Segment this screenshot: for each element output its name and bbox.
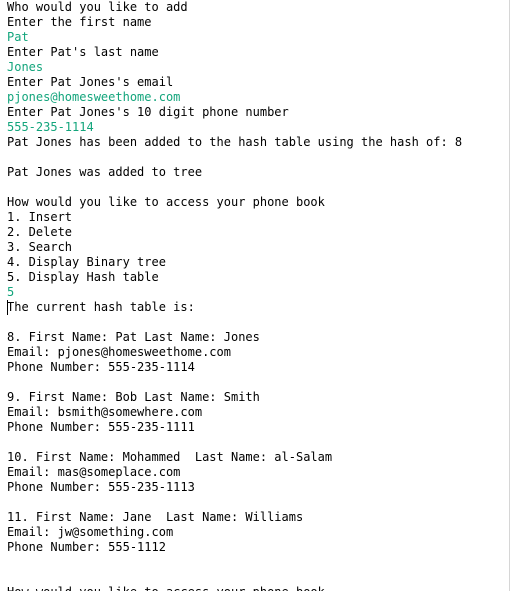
console-input-line: Jones	[7, 60, 44, 74]
console-input-line: pjones@homesweethome.com	[7, 90, 181, 104]
console-input-line: Pat	[7, 30, 29, 44]
console-output-line: 4. Display Binary tree	[7, 255, 166, 269]
console-input-line: 5	[7, 285, 15, 299]
console-output-line: Pat Jones was added to tree	[7, 165, 203, 179]
console-output-line: 9. First Name: Bob Last Name: Smith	[7, 390, 260, 404]
console-output-line: Email: mas@someplace.com	[7, 465, 181, 479]
console-output-line: Enter Pat's last name	[7, 45, 159, 59]
console-output-line: 2. Delete	[7, 225, 73, 239]
console-output-line: 8. First Name: Pat Last Name: Jones	[7, 330, 260, 344]
console-output-line: Pat Jones has been added to the hash tab…	[7, 135, 463, 149]
console-output-line: The current hash table is:	[7, 300, 195, 314]
text-cursor	[7, 300, 8, 315]
console-output-line: 3. Search	[7, 240, 73, 254]
console-output-line: 5. Display Hash table	[7, 270, 159, 284]
console-output-line: Phone Number: 555-235-1111	[7, 420, 195, 434]
console-output-line: 11. First Name: Jane Last Name: Williams	[7, 510, 304, 524]
console-output-line: Phone Number: 555-1112	[7, 540, 166, 554]
console-output-line: How would you like to access your phone …	[7, 195, 325, 209]
console-input-line: 555-235-1114	[7, 120, 94, 134]
console-output-line: Enter Pat Jones's email	[7, 75, 174, 89]
console-output-line: Email: jw@something.com	[7, 525, 174, 539]
console-output-line: Email: bsmith@somewhere.com	[7, 405, 203, 419]
console-output-line: Enter the first name	[7, 15, 152, 29]
console-output-line: Phone Number: 555-235-1114	[7, 360, 195, 374]
console-output-line: 1. Insert	[7, 210, 73, 224]
console-output-line: Enter Pat Jones's 10 digit phone number	[7, 105, 289, 119]
console-output-line: Phone Number: 555-235-1113	[7, 480, 195, 494]
console-output[interactable]: Who would you like to add Enter the first…	[0, 0, 510, 591]
console-output-line: Who would you like to add	[7, 0, 188, 14]
console-output-line: 10. First Name: Mohammed Last Name: al-S…	[7, 450, 333, 464]
console-output-line: How would you like to access your phone …	[7, 585, 325, 591]
console-output-line: Email: pjones@homesweethome.com	[7, 345, 231, 359]
